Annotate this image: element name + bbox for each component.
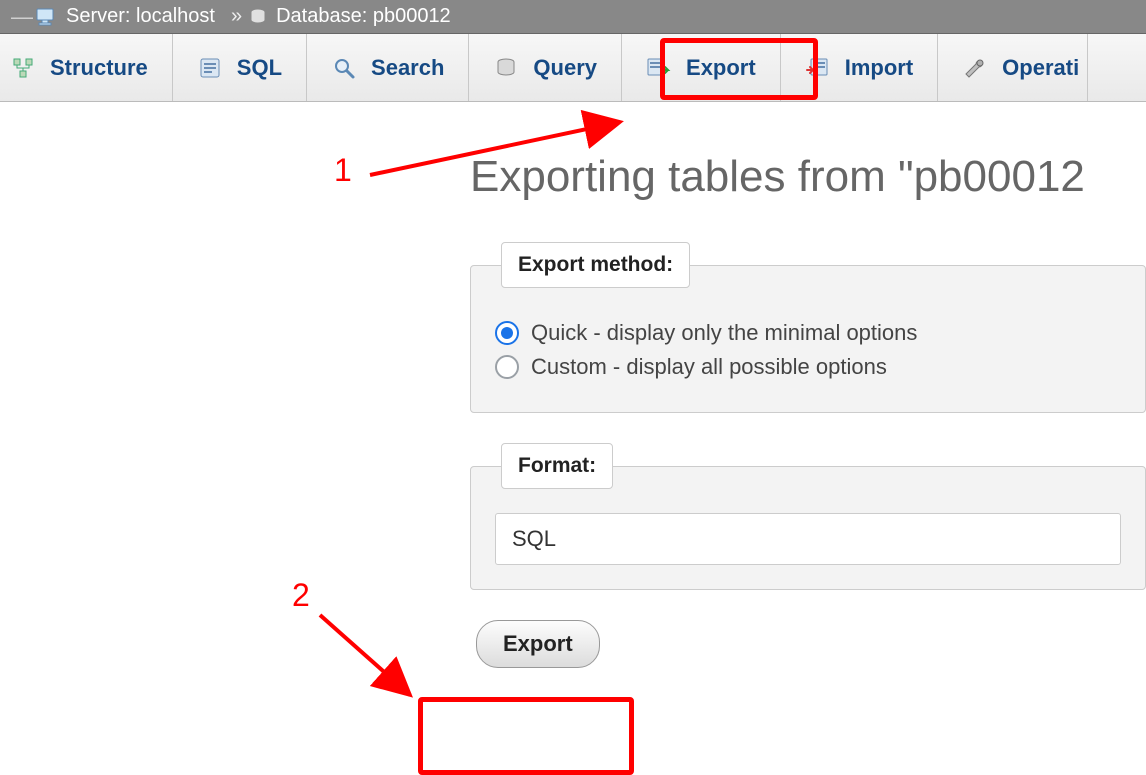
tab-sql[interactable]: SQL	[173, 34, 307, 101]
format-select-value: SQL	[512, 526, 556, 551]
page-title: Exporting tables from "pb00012	[470, 152, 1146, 202]
sql-icon	[197, 55, 223, 81]
import-icon	[805, 55, 831, 81]
export-button[interactable]: Export	[476, 620, 600, 668]
breadcrumb-server-label: Server: localhost	[66, 5, 215, 28]
tab-operations-label: Operati	[1002, 55, 1079, 81]
radio-custom-label: Custom - display all possible options	[531, 354, 887, 380]
tab-import[interactable]: Import	[781, 34, 938, 101]
tab-query[interactable]: Query	[469, 34, 622, 101]
structure-icon	[10, 55, 36, 81]
tab-export[interactable]: Export	[622, 34, 781, 101]
radio-quick-label: Quick - display only the minimal options	[531, 320, 917, 346]
radio-quick[interactable]: Quick - display only the minimal options	[495, 320, 1121, 346]
export-method-panel: Export method: Quick - display only the …	[470, 242, 1146, 413]
radio-custom-input[interactable]	[495, 355, 519, 379]
tab-import-label: Import	[845, 55, 913, 81]
radio-custom[interactable]: Custom - display all possible options	[495, 354, 1121, 380]
tab-search[interactable]: Search	[307, 34, 469, 101]
search-icon	[331, 55, 357, 81]
breadcrumb: — Server: localhost » Database: pb00012	[0, 0, 1146, 34]
tab-sql-label: SQL	[237, 55, 282, 81]
annotation-highlight-export-button	[418, 697, 634, 775]
format-legend: Format:	[501, 443, 613, 489]
export-method-legend: Export method:	[501, 242, 690, 288]
breadcrumb-separator: »	[231, 5, 242, 28]
operations-icon	[962, 55, 988, 81]
tab-bar: Structure SQL Search Query	[0, 34, 1146, 102]
tab-structure-label: Structure	[50, 55, 148, 81]
server-icon	[36, 7, 58, 27]
format-panel: Format: SQL	[470, 443, 1146, 590]
query-icon	[493, 55, 519, 81]
tab-query-label: Query	[533, 55, 597, 81]
main-content: Exporting tables from "pb00012 Export me…	[0, 102, 1146, 668]
tab-export-label: Export	[686, 55, 756, 81]
export-icon	[646, 55, 672, 81]
breadcrumb-server[interactable]: Server: localhost	[36, 5, 215, 28]
breadcrumb-database-label: Database: pb00012	[276, 5, 451, 28]
format-select[interactable]: SQL	[495, 513, 1121, 565]
breadcrumb-database[interactable]: Database: pb00012	[248, 5, 451, 28]
database-icon	[248, 7, 268, 27]
breadcrumb-dash: —	[8, 4, 36, 30]
tab-search-label: Search	[371, 55, 444, 81]
tab-operations[interactable]: Operati	[938, 34, 1088, 101]
tab-structure[interactable]: Structure	[0, 34, 173, 101]
radio-quick-input[interactable]	[495, 321, 519, 345]
